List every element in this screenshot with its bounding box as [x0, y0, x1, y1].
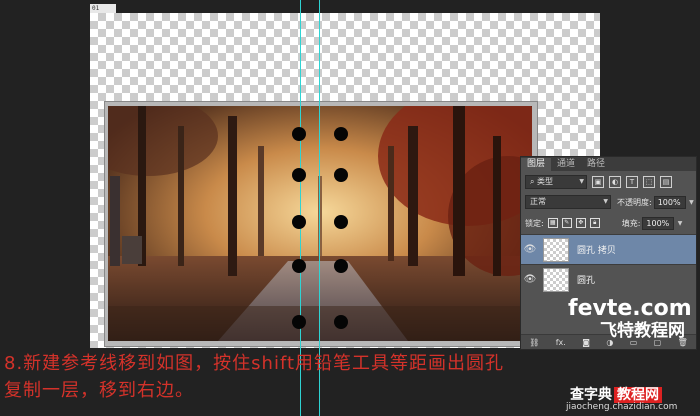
- tab-channels[interactable]: 通道: [551, 158, 581, 171]
- chevron-down-icon: ▼: [603, 198, 608, 205]
- layer-name: 圆孔 拷贝: [577, 246, 616, 256]
- lock-all-icon[interactable]: 🔒︎: [589, 218, 600, 228]
- hole-dot: [334, 168, 348, 182]
- layer-thumbnail: [543, 267, 569, 292]
- caption-line-2: 复制一层，移到右边。: [4, 380, 194, 401]
- hole-dot: [292, 259, 306, 273]
- smart-object-filter-icon[interactable]: ▤: [660, 176, 672, 188]
- blend-mode-label: 正常: [530, 197, 546, 206]
- hole-dot: [334, 259, 348, 273]
- filter-type-select[interactable]: ⌕ 类型 ▼: [525, 175, 587, 189]
- layer-thumbnail: [543, 237, 569, 262]
- tab-layers[interactable]: 图层: [521, 158, 552, 171]
- eye-icon[interactable]: 👁︎: [521, 274, 539, 285]
- eye-icon[interactable]: 👁︎: [521, 244, 539, 255]
- image-filter-icon[interactable]: ▣: [592, 176, 604, 188]
- blend-row: 正常 ▼ 不透明度: 100% ▼: [525, 194, 694, 210]
- chazidian-label: 查字典: [570, 387, 612, 403]
- fevte-cn-watermark: 飞特教程网: [600, 321, 685, 341]
- mask-icon[interactable]: ◙: [582, 338, 590, 347]
- panel-tabs: 图层 通道 路径: [521, 157, 696, 171]
- search-icon: ⌕: [530, 177, 535, 186]
- tab-paths[interactable]: 路径: [581, 158, 611, 171]
- shape-filter-icon[interactable]: ⬚: [643, 176, 655, 188]
- hole-dot: [334, 127, 348, 141]
- fill-input[interactable]: 100% ▼: [642, 216, 682, 230]
- autumn-park-photo: [108, 106, 532, 341]
- hole-dot: [334, 215, 348, 229]
- layer-row[interactable]: 👁︎ 圆孔 拷贝: [521, 234, 696, 264]
- hole-dot: [292, 215, 306, 229]
- fill-value: 100%: [646, 218, 670, 228]
- chazidian-watermark: 查字典 教程网: [570, 384, 662, 404]
- lock-paint-icon[interactable]: ✎: [561, 218, 572, 228]
- watermark-url: jiaocheng.chazidian.com: [566, 402, 678, 412]
- hole-dot: [292, 127, 306, 141]
- hole-dot: [334, 315, 348, 329]
- adjustment-filter-icon[interactable]: ◐: [609, 176, 621, 188]
- fx-icon[interactable]: fx.: [556, 338, 566, 347]
- layer-row[interactable]: 👁︎ 圆孔: [521, 264, 696, 294]
- filter-row: ⌕ 类型 ▼ ▣ ◐ T ⬚ ▤: [525, 174, 672, 190]
- hole-dot: [292, 315, 306, 329]
- fill-label: 填充:: [621, 218, 641, 228]
- layer-name: 圆孔: [577, 276, 596, 286]
- link-icon[interactable]: ⛓︎: [529, 338, 539, 347]
- opacity-value: 100%: [657, 197, 681, 207]
- blend-mode-select[interactable]: 正常 ▼: [525, 195, 611, 209]
- lock-label: 锁定:: [525, 218, 544, 228]
- document-tab[interactable]: 01: [90, 4, 116, 13]
- lock-move-icon[interactable]: ✥: [575, 218, 586, 228]
- lock-row: 锁定: ▦ ✎ ✥ 🔒︎ 填充: 100% ▼: [525, 215, 682, 231]
- chevron-down-icon: ▼: [579, 178, 584, 185]
- chazidian-badge: 教程网: [614, 387, 662, 403]
- opacity-label: 不透明度:: [617, 197, 652, 207]
- chevron-down-icon: ▼: [689, 198, 694, 206]
- chevron-down-icon: ▼: [677, 219, 683, 227]
- lock-transparent-icon[interactable]: ▦: [547, 218, 558, 228]
- filter-type-label: 类型: [537, 177, 554, 186]
- opacity-input[interactable]: 100% ▼: [653, 195, 694, 209]
- type-filter-icon[interactable]: T: [626, 176, 638, 188]
- caption-line-1: 8.新建参考线移到如图，按住shift用铅笔工具等距画出圆孔: [4, 353, 505, 374]
- hole-dot: [292, 168, 306, 182]
